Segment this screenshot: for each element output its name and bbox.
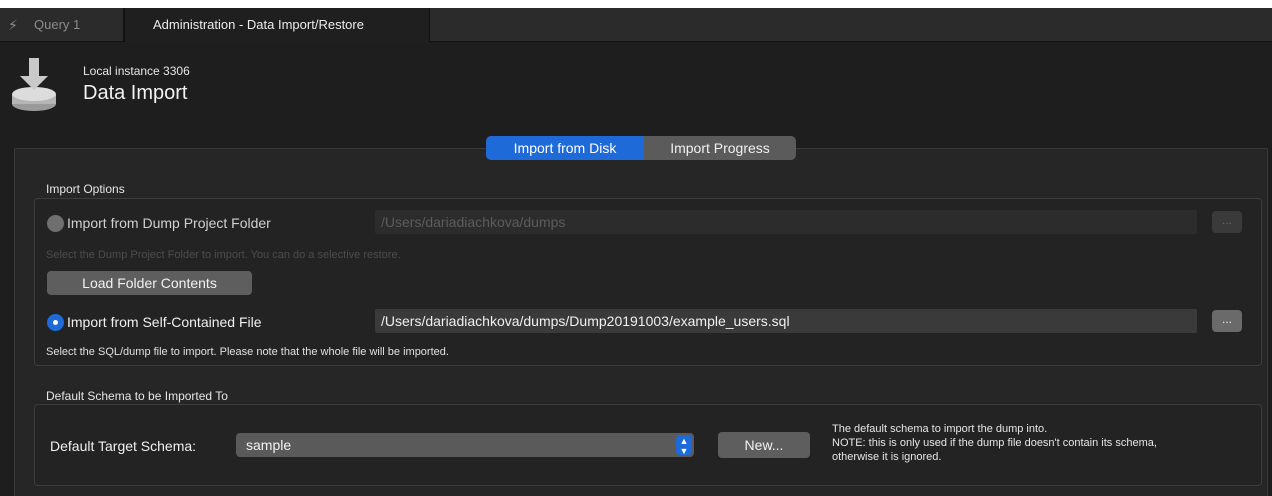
bolt-icon: ⚡ [8,17,18,33]
default-target-schema-label: Default Target Schema: [50,438,197,454]
tab-import-from-disk[interactable]: Import from Disk [486,136,644,160]
data-import-icon [12,58,56,111]
self-contained-browse-button[interactable]: ... [1212,310,1242,332]
tab-bar: ⚡ Query 1 Administration - Data Import/R… [0,8,1272,42]
default-schema-heading: Default Schema to be Imported To [46,389,228,403]
tab-query-label: Query 1 [34,17,81,32]
page-title: Data Import [83,82,188,104]
dump-folder-hint: Select the Dump Project Folder to import… [46,249,401,261]
tab-admin-label: Administration - Data Import/Restore [153,17,364,32]
import-options-heading: Import Options [46,182,125,196]
dump-folder-path-field[interactable]: /Users/dariadiachkova/dumps [375,210,1197,234]
tab-administration[interactable]: Administration - Data Import/Restore [124,8,430,42]
dump-folder-radio[interactable] [47,215,64,232]
note-line-3: otherwise it is ignored. [832,451,942,463]
note-line-1: The default schema to import the dump in… [832,423,1048,435]
default-schema-note: The default schema to import the dump in… [832,422,1157,464]
tab-query-1[interactable]: ⚡ Query 1 [0,8,124,42]
tab-import-progress[interactable]: Import Progress [644,136,796,160]
instance-name: Local instance 3306 [83,64,190,78]
self-contained-path-field[interactable]: /Users/dariadiachkova/dumps/Dump20191003… [375,309,1197,333]
self-contained-hint: Select the SQL/dump file to import. Plea… [46,346,449,358]
self-contained-label: Import from Self-Contained File [67,314,262,330]
default-target-schema-value: sample [246,437,292,453]
dump-folder-label: Import from Dump Project Folder [67,215,271,231]
dump-folder-browse-button[interactable]: ... [1212,211,1242,233]
note-line-2: NOTE: this is only used if the dump file… [832,437,1157,449]
self-contained-radio[interactable] [47,314,64,331]
new-schema-button[interactable]: New... [718,432,810,458]
default-target-schema-select[interactable]: sample ▲ ▼ [236,433,694,457]
view-segmented-control: Import from Disk Import Progress [486,136,796,160]
load-folder-contents-button[interactable]: Load Folder Contents [47,271,252,295]
chevron-updown-icon: ▲ ▼ [676,435,692,456]
app-window: ⚡ Query 1 Administration - Data Import/R… [0,8,1272,496]
